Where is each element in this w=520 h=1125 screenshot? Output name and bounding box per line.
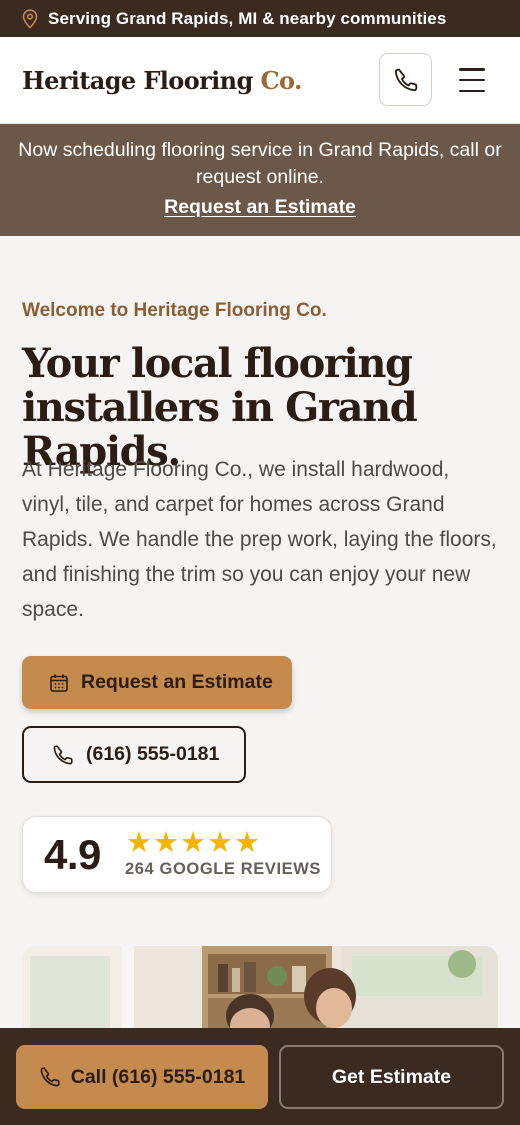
phone-icon — [394, 68, 417, 91]
request-estimate-button[interactable]: Request an Estimate — [22, 656, 292, 709]
get-estimate-label: Get Estimate — [331, 1065, 452, 1088]
rating-stars: ★ ★ ★ ★ ★ — [126, 829, 260, 858]
rating-score: 4.9 — [44, 831, 101, 878]
map-pin-icon — [22, 8, 38, 29]
notice-message: Now scheduling flooring service in Grand… — [18, 139, 502, 188]
header-call-button[interactable] — [379, 53, 432, 106]
hero-eyebrow: Welcome to Heritage Flooring Co. — [22, 300, 327, 321]
phone-icon — [40, 1067, 60, 1087]
location-bar: Serving Grand Rapids, MI & nearby commun… — [0, 0, 520, 37]
call-now-button[interactable]: Call (616) 555-0181 — [16, 1045, 268, 1109]
brand-logo[interactable]: Heritage Flooring Co. — [22, 66, 302, 95]
brand-name: Heritage Flooring — [22, 65, 253, 95]
hero-description: At Heritage Flooring Co., we install har… — [22, 458, 497, 621]
star-icon: ★ — [153, 827, 179, 859]
get-estimate-button[interactable]: Get Estimate — [279, 1045, 504, 1109]
star-icon: ★ — [126, 827, 152, 859]
star-icon: ★ — [234, 827, 260, 859]
calendar-icon — [50, 674, 68, 692]
site-header: Heritage Flooring Co. — [0, 37, 520, 124]
scheduling-notice: Now scheduling flooring service in Grand… — [0, 124, 520, 236]
call-now-label: Call (616) 555-0181 — [70, 1065, 246, 1088]
star-icon: ★ — [207, 827, 233, 859]
phone-number-label: (616) 555-0181 — [86, 743, 220, 765]
notice-estimate-link[interactable]: Request an Estimate — [164, 196, 356, 219]
star-icon: ★ — [180, 827, 206, 859]
google-rating-card[interactable]: 4.9 ★ ★ ★ ★ ★ 264 GOOGLE REVIEWS — [22, 816, 332, 893]
phone-number-button[interactable]: (616) 555-0181 — [22, 726, 246, 783]
request-estimate-label: Request an Estimate — [81, 671, 273, 693]
review-count: 264 GOOGLE REVIEWS — [125, 860, 322, 878]
phone-icon — [53, 744, 73, 764]
brand-suffix: Co. — [260, 65, 302, 95]
sticky-cta-bar: Call (616) 555-0181 Get Estimate — [0, 1028, 520, 1125]
hamburger-menu-icon[interactable] — [455, 64, 489, 96]
location-text: Serving Grand Rapids, MI & nearby commun… — [48, 8, 447, 28]
